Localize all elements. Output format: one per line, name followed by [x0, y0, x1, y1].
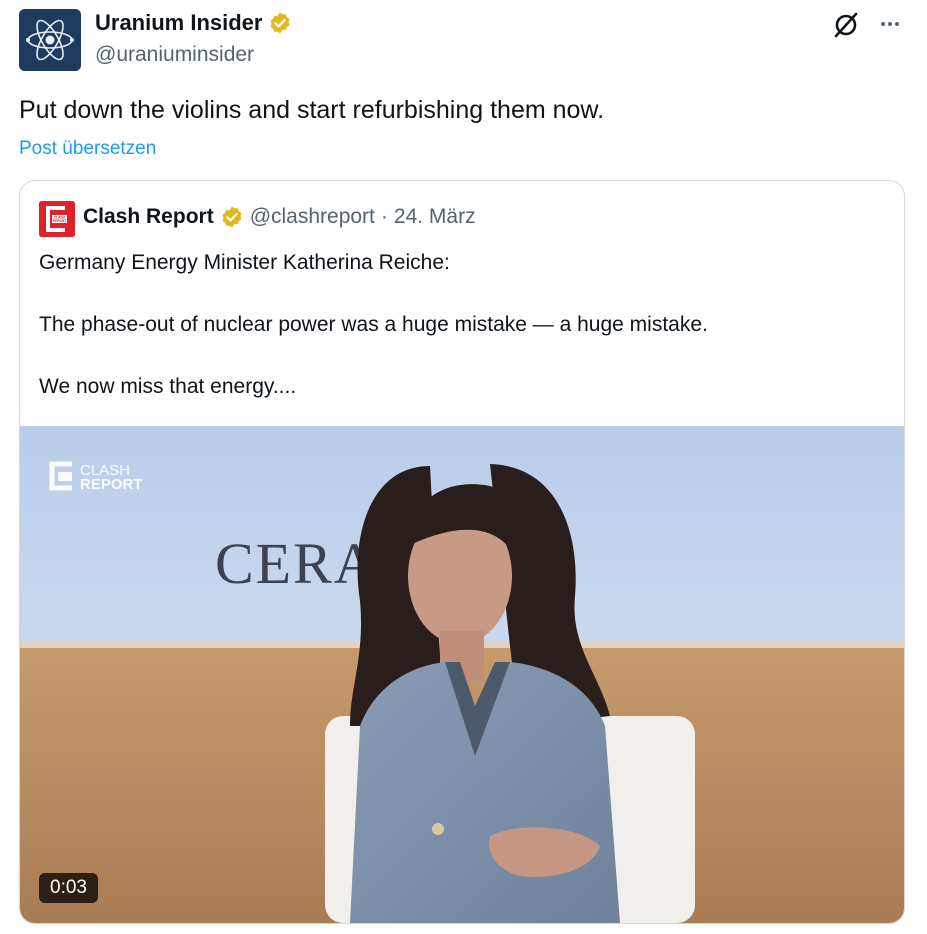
- clash-report-logo-icon: CLASH REPORT: [39, 201, 75, 237]
- svg-text:REPORT: REPORT: [53, 219, 66, 223]
- quote-line: The phase-out of nuclear power was a hug…: [39, 313, 708, 336]
- grok-icon: [834, 12, 858, 38]
- post-text: Put down the violins and start refurbish…: [19, 96, 605, 124]
- author-avatar[interactable]: [19, 9, 81, 71]
- author-name[interactable]: Uranium Insider: [95, 10, 262, 36]
- video-player[interactable]: CERAV CLASH REPORT 0:03: [20, 426, 904, 923]
- video-duration: 0:03: [39, 873, 98, 903]
- verified-badge-icon: [270, 12, 290, 34]
- quote-line: We now miss that energy....: [39, 375, 297, 398]
- atom-icon: [19, 9, 81, 71]
- more-options-button[interactable]: [876, 12, 904, 36]
- quote-author-handle[interactable]: @clashreport: [250, 205, 375, 229]
- quote-line: Germany Energy Minister Katherina Reiche…: [39, 251, 450, 274]
- quote-author-avatar[interactable]: CLASH REPORT: [39, 201, 75, 237]
- watermark-bottom: REPORT: [80, 476, 143, 493]
- quote-author-name[interactable]: Clash Report: [83, 205, 214, 229]
- verified-badge-icon: [222, 206, 242, 228]
- quoted-post-card[interactable]: CLASH REPORT Clash Report @clashreport ·…: [19, 180, 905, 924]
- author-handle[interactable]: @uraniuminsider: [95, 43, 254, 67]
- quote-header: Clash Report @clashreport · 24. März: [83, 205, 476, 229]
- grok-button[interactable]: [832, 11, 860, 39]
- author-name-row[interactable]: Uranium Insider: [95, 10, 292, 36]
- meta-separator: ·: [380, 205, 388, 228]
- translate-link[interactable]: Post übersetzen: [19, 138, 156, 160]
- quote-date[interactable]: 24. März: [394, 205, 476, 229]
- quote-text: Germany Energy Minister Katherina Reiche…: [39, 247, 708, 402]
- video-frame: CERAV CLASH REPORT: [20, 426, 904, 923]
- more-dots-icon: [881, 22, 885, 26]
